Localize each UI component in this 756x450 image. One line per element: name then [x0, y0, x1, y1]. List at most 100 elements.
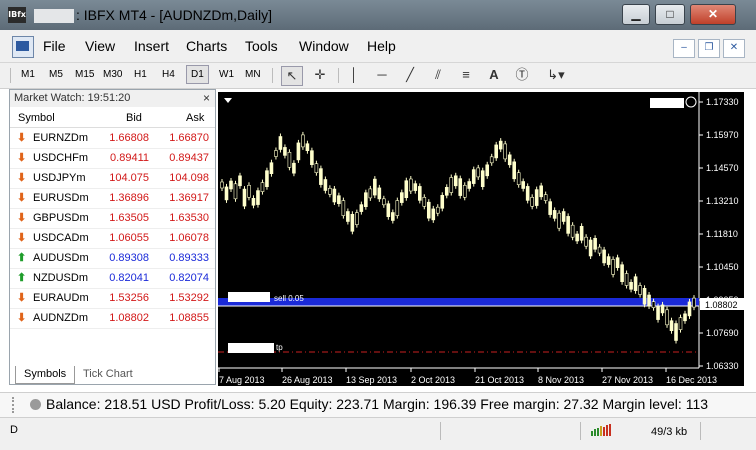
- vertical-line-icon[interactable]: │: [344, 66, 364, 84]
- arrow-down-icon: ⬇: [17, 152, 27, 164]
- symbol-name: USDCHFm: [33, 152, 88, 164]
- timeframe-w1[interactable]: W1: [219, 69, 234, 80]
- arrow-down-icon: ⬇: [17, 192, 27, 204]
- market-watch-row[interactable]: ⬇ USDCADm 1.06055 1.06078: [10, 228, 215, 249]
- candle-body: [507, 154, 512, 166]
- candle-body: [386, 203, 391, 217]
- market-watch-row[interactable]: ⬆ AUDUSDm 0.89308 0.89333: [10, 248, 215, 269]
- text-label-icon[interactable]: Ⓣ: [512, 66, 532, 84]
- candle-body: [530, 197, 534, 207]
- candle-body: [359, 204, 364, 212]
- candle-body: [382, 198, 386, 206]
- equidistant-channel-icon[interactable]: ⫽: [428, 66, 448, 84]
- candle-body: [319, 168, 323, 185]
- menu-help[interactable]: Help: [367, 38, 396, 54]
- chart-canvas[interactable]: 1.17330 1.15970 1.14570 1.13210 1.11810 1.104…: [218, 92, 744, 386]
- text-tool-icon[interactable]: A: [484, 66, 504, 84]
- market-watch-row[interactable]: ⬇ AUDNZDm 1.08802 1.08855: [10, 308, 215, 329]
- horizontal-line-icon[interactable]: ─: [372, 66, 392, 84]
- tab-tick-chart[interactable]: Tick Chart: [75, 366, 141, 383]
- menu-file[interactable]: File: [43, 38, 66, 54]
- candle-body: [296, 142, 301, 161]
- close-icon: ✕: [729, 42, 739, 53]
- candle-body: [269, 162, 274, 174]
- fibonacci-icon[interactable]: ≡: [456, 66, 476, 84]
- market-watch-tabs: Symbols Tick Chart: [9, 366, 214, 384]
- tab-symbols[interactable]: Symbols: [15, 366, 76, 384]
- ask-price: 0.89437: [169, 152, 209, 164]
- market-watch-row[interactable]: ⬇ EURUSDm 1.36896 1.36917: [10, 188, 215, 209]
- chart-window-icon[interactable]: [12, 36, 34, 58]
- candle-body: [620, 264, 624, 282]
- column-symbol[interactable]: Symbol: [18, 112, 55, 124]
- crosshair-icon[interactable]: ✛: [310, 66, 330, 84]
- candle-body: [301, 134, 305, 148]
- timeframe-mn[interactable]: MN: [245, 69, 261, 80]
- candle-body: [400, 192, 404, 203]
- candle-body: [534, 189, 539, 206]
- candle-body: [516, 172, 521, 185]
- trendline-icon[interactable]: ╱: [400, 66, 420, 84]
- candle-body: [525, 186, 530, 201]
- timeframe-h1[interactable]: H1: [134, 69, 147, 80]
- price-chart[interactable]: 1.17330 1.15970 1.14570 1.13210 1.11810 1.104…: [218, 92, 744, 386]
- child-minimize-button[interactable]: –: [673, 39, 695, 58]
- candles-group: [220, 131, 696, 344]
- candle-body: [323, 179, 328, 191]
- symbol-name: EURAUDm: [33, 292, 89, 304]
- close-button[interactable]: ✕: [690, 4, 736, 25]
- menu-tools[interactable]: Tools: [245, 38, 278, 54]
- candle-body: [444, 187, 449, 196]
- tp-line-label: tp: [276, 343, 283, 352]
- maximize-button[interactable]: □: [655, 4, 685, 25]
- candle-body: [494, 144, 499, 159]
- market-watch-row[interactable]: ⬇ EURAUDm 1.53256 1.53292: [10, 288, 215, 309]
- market-watch-row[interactable]: ⬇ EURNZDm 1.66808 1.66870: [10, 128, 215, 149]
- candle-body: [485, 164, 490, 177]
- timeframe-d1[interactable]: D1: [186, 65, 209, 84]
- candle-body: [341, 200, 346, 216]
- menu-charts[interactable]: Charts: [186, 38, 227, 54]
- timeframe-m5[interactable]: M5: [49, 69, 63, 80]
- candle-body: [431, 208, 436, 221]
- arrow-down-icon: ⬇: [17, 212, 27, 224]
- candle-body: [602, 249, 606, 264]
- candle-body: [435, 206, 440, 214]
- timeframe-h4[interactable]: H4: [162, 69, 175, 80]
- candle-body: [503, 143, 508, 160]
- candle-body: [557, 212, 561, 229]
- candle-body: [467, 181, 472, 189]
- menu-insert[interactable]: Insert: [134, 38, 169, 54]
- timeframe-m30[interactable]: M30: [103, 69, 122, 80]
- cursor-icon[interactable]: ↖: [281, 66, 303, 86]
- candle-body: [575, 233, 579, 242]
- bid-price: 1.36896: [109, 192, 149, 204]
- candle-body: [426, 201, 431, 219]
- candle-body: [624, 273, 629, 286]
- candle-body: [678, 317, 683, 330]
- timeframe-m15[interactable]: M15: [75, 69, 94, 80]
- candle-body: [489, 156, 494, 164]
- arrows-dropdown-icon[interactable]: ↳▾: [540, 66, 572, 84]
- candle-body: [539, 185, 543, 198]
- candle-body: [287, 151, 292, 168]
- column-ask[interactable]: Ask: [186, 112, 204, 124]
- market-watch-row[interactable]: ⬆ NZDUSDm 0.82041 0.82074: [10, 268, 215, 289]
- close-icon[interactable]: ×: [203, 91, 210, 105]
- timeframe-m1[interactable]: M1: [21, 69, 35, 80]
- order-label-mask: [228, 292, 270, 302]
- symbol-name: USDJPYm: [33, 172, 86, 184]
- column-bid[interactable]: Bid: [126, 112, 142, 124]
- market-watch-panel: Market Watch: 19:51:20 × Symbol Bid Ask …: [9, 89, 216, 385]
- account-status-bar: Balance: 218.51 USD Profit/Loss: 5.20 Eq…: [0, 392, 756, 418]
- menu-view[interactable]: View: [85, 38, 115, 54]
- date-label: 7 Aug 2013: [219, 375, 265, 385]
- child-restore-button[interactable]: ❐: [698, 39, 720, 58]
- market-watch-row[interactable]: ⬇ USDJPYm 104.075 104.098: [10, 168, 215, 189]
- market-watch-row[interactable]: ⬇ USDCHFm 0.89411 0.89437: [10, 148, 215, 169]
- date-label: 16 Dec 2013: [666, 375, 717, 385]
- minimize-button[interactable]: ▁: [622, 4, 650, 25]
- menu-window[interactable]: Window: [299, 38, 349, 54]
- child-close-button[interactable]: ✕: [723, 39, 745, 58]
- market-watch-row[interactable]: ⬇ GBPUSDm 1.63505 1.63530: [10, 208, 215, 229]
